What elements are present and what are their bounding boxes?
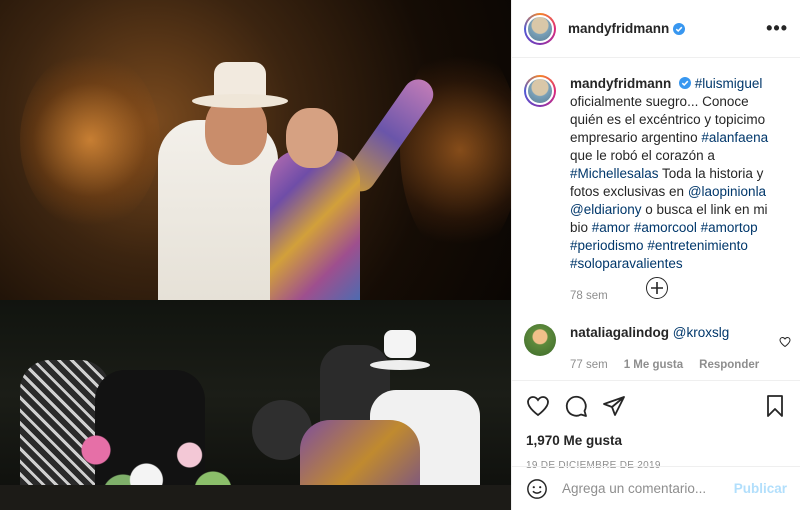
caption-link[interactable]: #Michellesalas xyxy=(570,166,659,181)
save-bookmark-icon[interactable] xyxy=(763,394,787,418)
caption-link[interactable]: #periodismo xyxy=(570,238,644,253)
load-more-comments-icon[interactable] xyxy=(645,277,668,299)
caption-link[interactable]: #amorcool xyxy=(634,220,697,235)
post-sidebar: mandyfridmann ••• mandyfridmann #luismig… xyxy=(511,0,800,510)
likes-count[interactable]: 1,970 Me gusta xyxy=(526,433,787,448)
caption-link[interactable]: #soloparavalientes xyxy=(570,256,683,271)
comment-username[interactable]: nataliagalindog xyxy=(570,325,669,340)
post-actions: 1,970 Me gusta 19 DE DICIEMBRE DE 2019 xyxy=(512,380,800,471)
instagram-post: mandyfridmann ••• mandyfridmann #luismig… xyxy=(0,0,800,510)
reply-button[interactable]: Responder xyxy=(699,356,759,374)
comment-item: nataliagalindog @kroxslg 77 sem 1 Me gus… xyxy=(524,324,791,374)
caption-text: mandyfridmann #luismiguel oficialmente s… xyxy=(570,75,780,273)
comment-input[interactable]: Agrega un comentario... xyxy=(562,481,706,496)
comment-mention[interactable]: @kroxslg xyxy=(673,325,729,340)
verified-badge-icon xyxy=(673,22,686,35)
caption-link[interactable]: #alanfaena xyxy=(701,130,768,145)
woman-sequin-dress xyxy=(270,150,360,300)
comment-likes[interactable]: 1 Me gusta xyxy=(624,356,683,374)
comment-icon[interactable] xyxy=(564,394,588,418)
caption-link[interactable]: #entretenimiento xyxy=(647,238,748,253)
post-header: mandyfridmann ••• xyxy=(512,0,800,58)
comment-meta: 77 sem 1 Me gusta Responder xyxy=(570,356,770,374)
caption-body: #luismiguel oficialmente suegro... Conoc… xyxy=(570,76,768,271)
avatar[interactable] xyxy=(524,75,556,107)
verified-badge-icon xyxy=(679,77,692,89)
caption-link[interactable]: @eldiariony xyxy=(570,202,642,217)
dinner-table xyxy=(0,485,511,510)
add-comment-bar: Agrega un comentario... Publicar xyxy=(512,466,800,510)
heart-icon[interactable] xyxy=(779,336,791,348)
caption-text-fragment: que le robó el corazón a xyxy=(570,148,715,163)
party-photo-top xyxy=(0,0,511,300)
comments-section: mandyfridmann #luismiguel oficialmente s… xyxy=(512,59,800,379)
caption: mandyfridmann #luismiguel oficialmente s… xyxy=(524,75,789,305)
caption-link[interactable]: #amor xyxy=(592,220,630,235)
comment-text: nataliagalindog @kroxslg xyxy=(570,324,770,342)
woman-head xyxy=(286,108,338,168)
share-icon[interactable] xyxy=(602,394,626,418)
avatar[interactable] xyxy=(524,12,556,45)
emoji-icon[interactable] xyxy=(526,478,548,500)
header-username[interactable]: mandyfridmann xyxy=(568,21,669,36)
more-options-icon[interactable]: ••• xyxy=(766,18,788,39)
post-media[interactable] xyxy=(0,0,511,510)
avatar[interactable] xyxy=(524,324,556,356)
white-hat xyxy=(192,62,288,108)
white-hat-2 xyxy=(370,330,430,370)
dinner-photo-bottom xyxy=(0,300,511,510)
caption-link[interactable]: #luismiguel xyxy=(695,76,763,91)
comment-time: 77 sem xyxy=(570,359,608,371)
heart-icon[interactable] xyxy=(526,394,550,418)
caption-link[interactable]: @laopinionla xyxy=(688,184,766,199)
caption-username[interactable]: mandyfridmann xyxy=(570,76,671,91)
publish-button[interactable]: Publicar xyxy=(734,481,787,496)
load-more-comments[interactable] xyxy=(512,277,800,299)
caption-link[interactable]: #amortop xyxy=(701,220,758,235)
